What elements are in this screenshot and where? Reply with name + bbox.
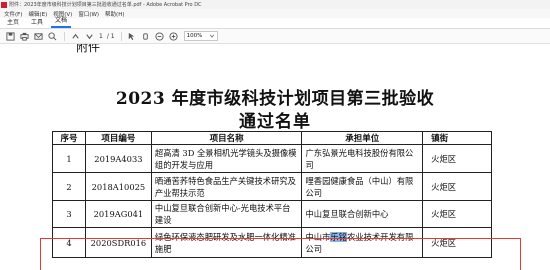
cell-code: 2019AG041	[84, 200, 152, 228]
mail-icon	[33, 32, 43, 40]
cell-no: 3	[52, 200, 86, 228]
print-button[interactable]	[18, 31, 30, 42]
cell-code: 2018A10025	[84, 172, 152, 201]
menu-help[interactable]: 帮助(H)	[105, 10, 124, 18]
search-button[interactable]	[46, 31, 58, 42]
cell-code: 2019A4033	[84, 144, 152, 173]
cell-town: 火炬区	[422, 227, 492, 258]
column-header-no: 序号	[52, 131, 86, 145]
cell-name: 绿色环保液态肥研发及水肥一体化精准施肥	[150, 227, 303, 258]
arrow-up-icon	[71, 33, 79, 39]
arrow-down-icon	[85, 33, 93, 39]
window-titlebar: 附件：2023年度市级科技计划项目第三批验收通过名单.pdf - Adobe A…	[0, 0, 550, 9]
document-page: 附件 2023 年度市级科技计划项目第三批验收 通过名单 序号 项目编号 项目名…	[0, 44, 550, 270]
cell-no: 4	[52, 227, 86, 258]
cell-no: 1	[52, 144, 86, 173]
cell-unit[interactable]: 中山市乐铭农业技术开发有限公司	[301, 227, 424, 258]
chevron-down-icon	[209, 34, 214, 38]
cell-code: 2020SDR016	[84, 227, 152, 258]
table-row: 3 2019AG041 中山复旦联合创新中心-光电技术平台建设 中山复旦联合创新…	[52, 200, 492, 228]
email-button[interactable]	[32, 31, 44, 42]
zoom-out-button[interactable]	[154, 31, 166, 42]
cell-town: 火炬区	[422, 172, 492, 201]
toolbar-separator	[64, 31, 65, 41]
table-header-row: 序号 项目编号 项目名称 承担单位 镇街	[52, 131, 492, 145]
zoom-select[interactable]: 100%	[183, 31, 218, 41]
highlighted-text[interactable]: 乐铭	[330, 231, 347, 242]
zoom-value: 100%	[186, 33, 203, 39]
column-header-unit: 承担单位	[301, 131, 424, 145]
cell-town: 火炬区	[422, 200, 492, 228]
cell-town: 火炬区	[422, 144, 492, 173]
tab-document[interactable]: 文档	[51, 15, 72, 28]
column-header-town: 镇街	[422, 131, 492, 145]
next-page-button[interactable]	[83, 31, 95, 42]
table-row: 1 2019A4033 超高清 3D 全景相机光学镜头及摄像模组的开发与应用 广…	[52, 144, 492, 173]
print-icon	[19, 32, 29, 41]
cell-name: 中山复旦联合创新中心-光电技术平台建设	[150, 200, 303, 228]
cursor-icon	[128, 32, 135, 40]
menu-bar: 文件(F) 编辑(E) 视图(V) 窗口(W) 帮助(H)	[0, 9, 550, 18]
document-title-line2: 通过名单	[239, 112, 311, 132]
table-row: 2 2018A10025 晒通苦荞特色食品生产关键技术研究及产业帮扶示范 哩香园…	[52, 172, 492, 201]
tab-bar: 主页 工具 文档	[0, 15, 550, 29]
page-total: / 1	[106, 32, 115, 40]
cell-name: 晒通苦荞特色食品生产关键技术研究及产业帮扶示范	[150, 172, 303, 201]
minus-circle-icon	[155, 31, 164, 41]
hand-tool-button[interactable]	[140, 31, 152, 42]
table-row-selected: 4 2020SDR016 绿色环保液态肥研发及水肥一体化精准施肥 中山市乐铭农业…	[52, 227, 492, 258]
plus-circle-icon	[169, 31, 178, 41]
select-tool-button[interactable]	[126, 31, 138, 42]
unit-text-before: 中山市	[305, 231, 331, 242]
cell-unit: 哩香园健康食品（中山）有限公司	[301, 172, 424, 201]
document-title: 2023 年度市级科技计划项目第三批验收	[115, 89, 435, 109]
save-icon	[5, 31, 15, 41]
column-header-name: 项目名称	[150, 131, 303, 145]
hand-icon	[143, 32, 148, 40]
tab-home[interactable]: 主页	[3, 17, 23, 28]
cell-unit: 中山复旦联合创新中心	[301, 200, 424, 228]
pdf-app-icon	[1, 1, 7, 8]
save-button[interactable]	[4, 31, 16, 42]
cell-no: 2	[52, 172, 86, 201]
zoom-in-button[interactable]	[168, 31, 180, 42]
prev-page-button[interactable]	[69, 31, 81, 42]
cell-name: 超高清 3D 全景相机光学镜头及摄像模组的开发与应用	[150, 144, 303, 173]
menu-window[interactable]: 窗口(W)	[78, 10, 99, 18]
page-number-input[interactable]: 1	[99, 33, 103, 40]
cell-unit: 广东弘景光电科技股份有限公司	[301, 144, 424, 173]
column-header-code: 项目编号	[84, 131, 152, 145]
tab-tools[interactable]: 工具	[27, 17, 47, 28]
project-table: 序号 项目编号 项目名称 承担单位 镇街 1 2019A4033 超高清 3D …	[52, 131, 492, 258]
toolbar: 1 / 1 100%	[0, 29, 550, 44]
window-title: 附件：2023年度市级科技计划项目第三批验收通过名单.pdf - Adobe A…	[9, 2, 202, 8]
toolbar-separator	[120, 31, 122, 41]
search-icon	[47, 31, 56, 40]
attachment-label: 附件	[76, 44, 101, 54]
